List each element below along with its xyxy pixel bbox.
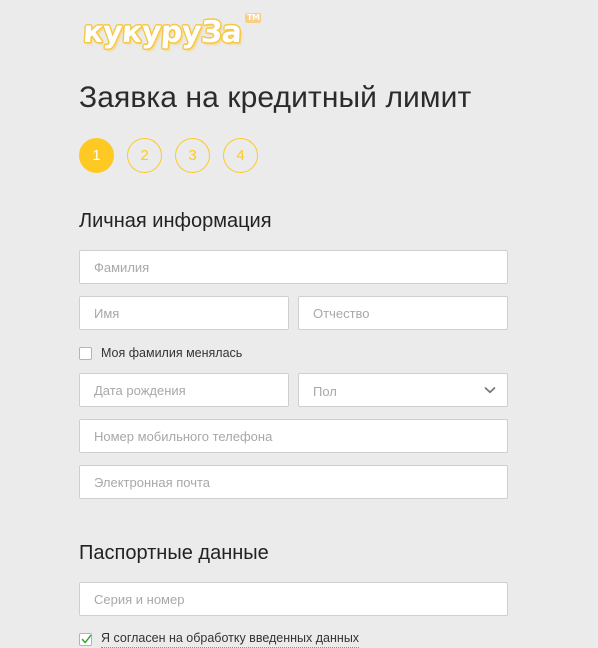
logo-text: кукуруЗа [81, 15, 243, 50]
middle-name-input[interactable] [298, 296, 508, 330]
step-1[interactable]: 1 [79, 138, 114, 173]
row-phone [79, 419, 508, 453]
row-data-processing-agreement: Я согласен на обработку введенных данных [79, 630, 508, 648]
first-name-input[interactable] [79, 296, 289, 330]
credit-limit-application-page: кукуруЗа TM Заявка на кредитный лимит 1 … [0, 0, 598, 648]
birth-date-input[interactable] [79, 373, 289, 407]
gender-select-field[interactable]: Пол [298, 373, 508, 407]
row-last-name [79, 250, 508, 284]
step-3[interactable]: 3 [175, 138, 210, 173]
section-title-personal-info: Личная информация [79, 210, 272, 232]
row-passport-series-number [79, 582, 508, 616]
form-content: кукуруЗа TM Заявка на кредитный лимит 1 … [79, 0, 508, 648]
trademark-icon: TM [245, 13, 262, 23]
checkmark-icon [81, 634, 92, 643]
step-indicator: 1 2 3 4 [79, 138, 508, 173]
step-1-label: 1 [92, 147, 101, 164]
data-processing-agreement-label[interactable]: Я согласен на обработку введенных данных [101, 630, 360, 648]
name-changed-checkbox[interactable] [79, 346, 92, 360]
passport-series-number-input[interactable] [79, 582, 508, 616]
email-input[interactable] [79, 465, 508, 499]
step-3-label: 3 [188, 147, 197, 164]
step-4[interactable]: 4 [223, 138, 258, 173]
row-first-middle-name [79, 296, 508, 330]
data-processing-agreement-checkbox[interactable] [79, 632, 92, 646]
row-name-changed: Моя фамилия менялась [79, 345, 508, 361]
page-title: Заявка на кредитный лимит [79, 81, 472, 114]
gender-select-value: Пол [313, 383, 337, 399]
step-4-label: 4 [236, 147, 245, 164]
name-changed-label[interactable]: Моя фамилия менялась [101, 345, 242, 361]
row-email [79, 465, 508, 499]
step-2[interactable]: 2 [127, 138, 162, 173]
step-2-label: 2 [140, 147, 149, 164]
last-name-input[interactable] [79, 250, 508, 284]
section-title-passport-data: Паспортные данные [79, 542, 269, 564]
gender-select[interactable]: Пол [298, 373, 508, 407]
mobile-phone-input[interactable] [79, 419, 508, 453]
kukuruza-logo[interactable]: кукуруЗа TM [78, 13, 262, 50]
row-birth-gender: Пол [79, 373, 508, 407]
brand-header: кукуруЗа TM [79, 0, 508, 66]
